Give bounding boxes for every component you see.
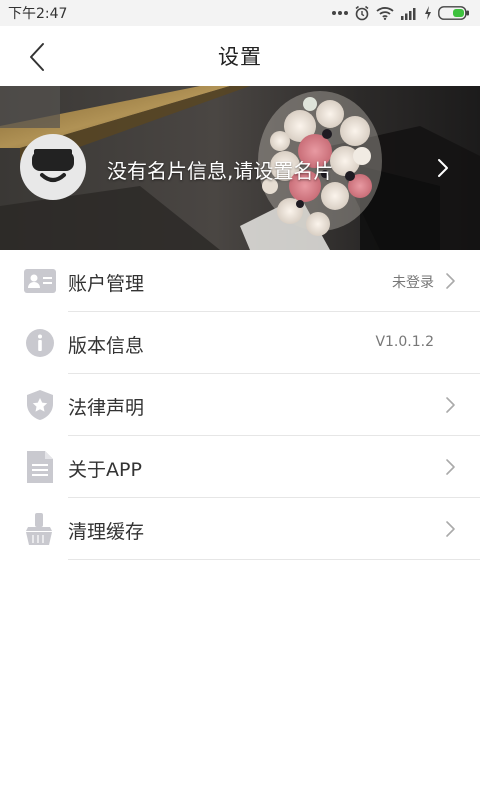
menu-item-account[interactable]: 账户管理 未登录 xyxy=(0,250,480,312)
menu-label: 清理缓存 xyxy=(68,521,145,543)
menu-label: 账户管理 xyxy=(68,273,145,295)
menu-label: 关于APP xyxy=(68,459,142,481)
business-card-banner[interactable]: 没有名片信息,请设置名片 xyxy=(0,86,480,250)
chevron-left-icon xyxy=(30,43,44,71)
battery-icon xyxy=(438,6,470,20)
charging-icon xyxy=(424,6,432,20)
account-status: 未登录 xyxy=(392,275,434,291)
banner-text: 没有名片信息,请设置名片 xyxy=(107,159,334,183)
menu-item-legal[interactable]: 法律声明 xyxy=(0,374,480,436)
wifi-icon xyxy=(376,6,394,20)
version-number: V1.0.1.2 xyxy=(375,334,434,350)
back-button[interactable] xyxy=(22,40,52,74)
brush-icon xyxy=(24,513,56,545)
menu-item-about[interactable]: 关于APP xyxy=(0,436,480,498)
page-title: 设置 xyxy=(218,45,262,69)
document-icon xyxy=(24,451,56,483)
alarm-icon xyxy=(354,5,370,21)
settings-menu: 账户管理 未登录 版本信息 V1.0.1.2 法律声明 关于APP 清理缓存 xyxy=(0,250,480,560)
menu-label: 法律声明 xyxy=(68,397,145,419)
sunglasses-face-icon xyxy=(32,149,74,182)
more-dots-icon xyxy=(332,10,348,16)
chevron-right-icon xyxy=(446,273,455,289)
chevron-right-icon xyxy=(446,521,455,537)
menu-label: 版本信息 xyxy=(68,335,145,357)
id-card-icon xyxy=(24,266,56,296)
status-bar: 下午2:47 xyxy=(0,0,480,26)
signal-icon xyxy=(400,6,418,20)
menu-item-version[interactable]: 版本信息 V1.0.1.2 xyxy=(0,312,480,374)
status-icons xyxy=(332,5,470,21)
avatar xyxy=(20,134,86,200)
info-icon xyxy=(24,328,56,358)
status-time: 下午2:47 xyxy=(8,6,68,22)
shield-star-icon xyxy=(24,390,56,420)
header: 设置 xyxy=(0,26,480,86)
divider xyxy=(68,559,480,560)
chevron-right-icon xyxy=(446,397,455,413)
menu-item-clear-cache[interactable]: 清理缓存 xyxy=(0,498,480,560)
chevron-right-icon xyxy=(438,159,448,177)
chevron-right-icon xyxy=(446,459,455,475)
